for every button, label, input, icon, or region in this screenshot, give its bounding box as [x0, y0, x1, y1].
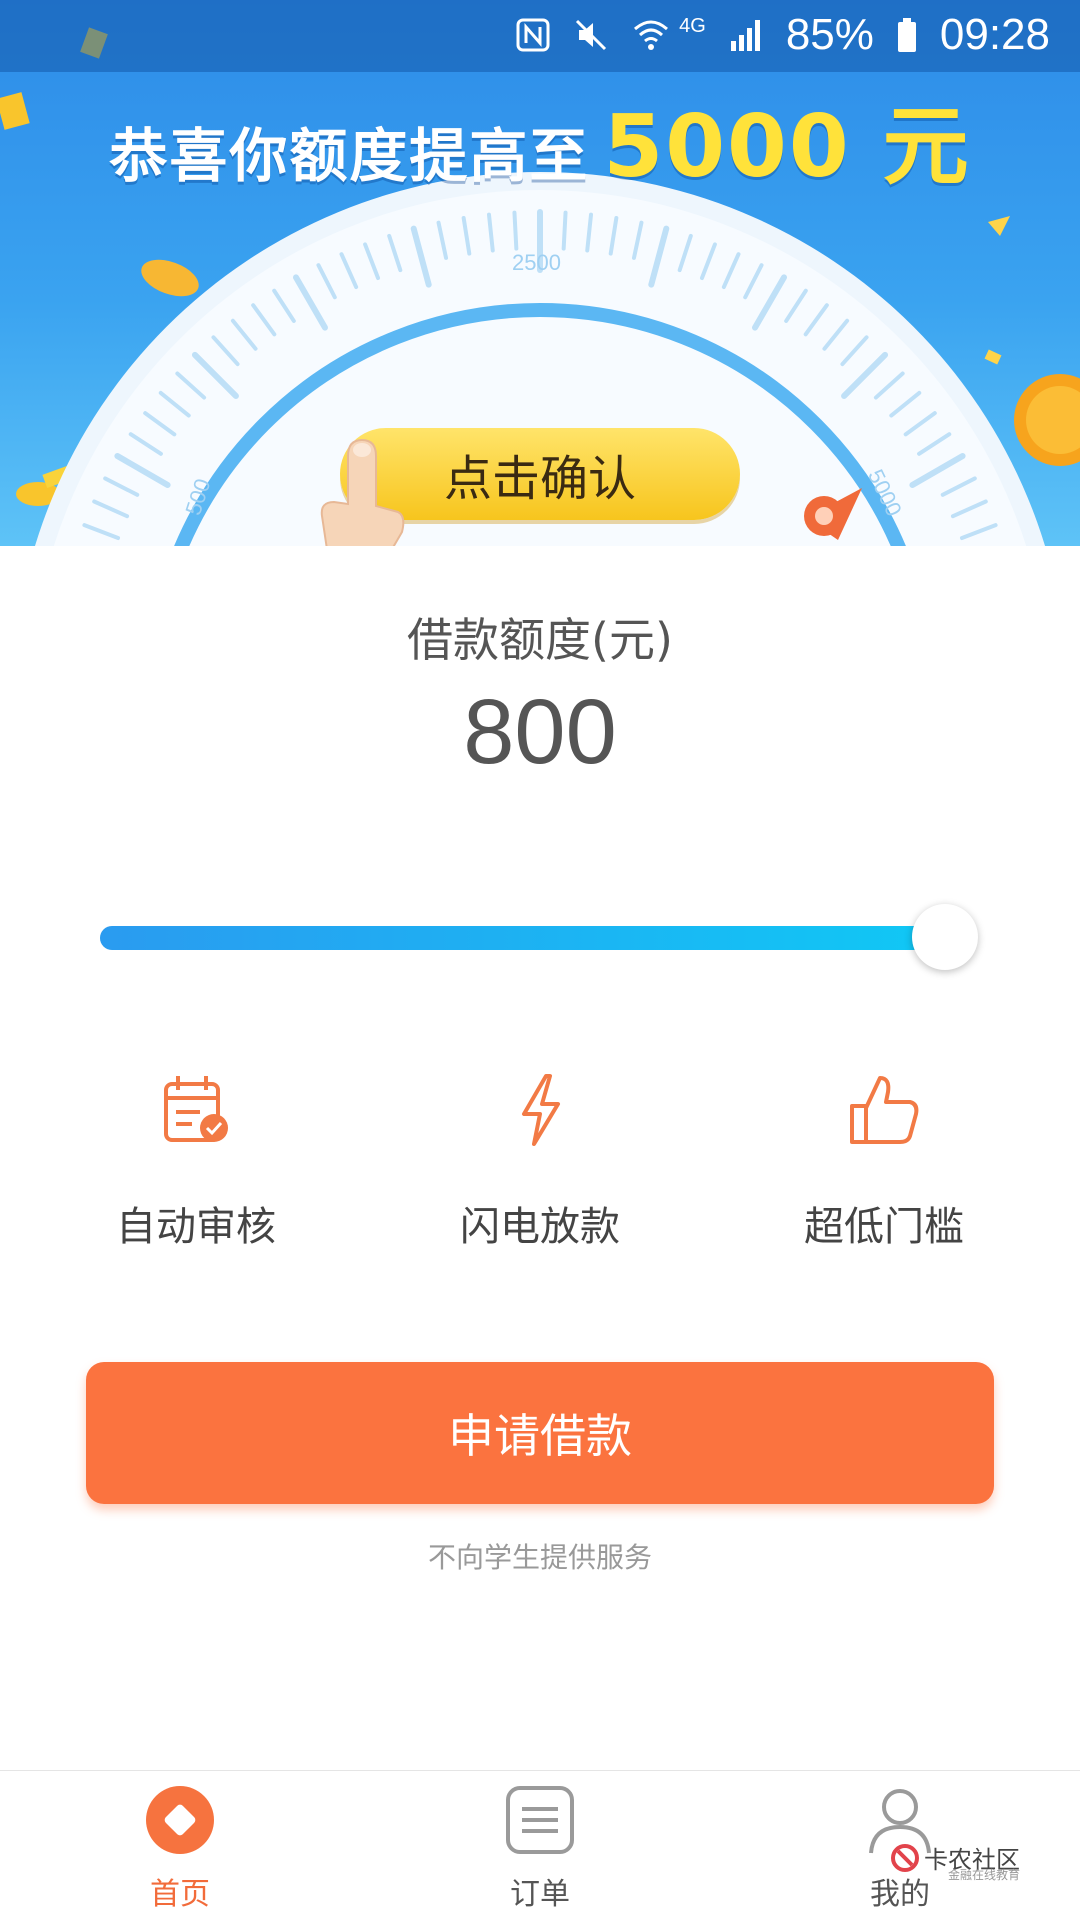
loan-amount-slider[interactable] [100, 904, 978, 970]
apply-loan-button[interactable]: 申请借款 [86, 1362, 994, 1504]
gauge-tick [512, 210, 519, 251]
battery-icon [897, 18, 916, 52]
feature-list: 自动审核 闪电放款 超低门槛 [0, 1070, 1080, 1250]
headline-text: 恭喜你额度提高至 [109, 122, 590, 190]
promo-banner: 2500 500 5000 4G 85% 09:28 恭喜你额度提高至 5000… [0, 0, 1080, 546]
thumbs-up-icon [850, 1076, 919, 1144]
disclaimer-note: 不向学生提供服务 [427, 1541, 652, 1574]
feature-low-threshold: 超低门槛 [734, 1070, 1034, 1252]
feature-auto-review: 自动审核 [46, 1070, 346, 1252]
calendar-check-icon [164, 1076, 228, 1142]
signal-icon [730, 20, 760, 51]
nav-item-orders[interactable]: 订单 [440, 1785, 640, 1913]
wifi-icon [634, 20, 669, 50]
slider-thumb[interactable] [912, 904, 978, 970]
nfc-icon [516, 18, 550, 52]
nav-label-home: 首页 [150, 1877, 210, 1912]
bottom-nav: 首页 订单 我的 卡农社区 金融在线教育 [0, 1770, 1080, 1921]
nav-label-orders: 订单 [510, 1877, 570, 1912]
feature-label: 闪电放款 [460, 1204, 620, 1250]
nav-item-home[interactable]: 首页 [80, 1785, 280, 1913]
gauge-tick [561, 210, 568, 251]
orders-list-icon [506, 1786, 574, 1854]
pointing-hand-icon [320, 438, 405, 546]
slider-fill [100, 926, 945, 950]
network-type: 4G [679, 14, 706, 37]
clock: 09:28 [939, 10, 1050, 59]
home-icon [146, 1786, 214, 1854]
headline-amount: 5000 元 [603, 97, 971, 197]
watermark: 卡农社区 金融在线教育 [890, 1840, 1020, 1882]
loan-amount-value: 800 [463, 681, 617, 783]
battery-percent: 85% [785, 10, 874, 59]
feature-label: 自动审核 [116, 1204, 276, 1250]
watermark-logo-icon [891, 1843, 919, 1872]
feature-label: 超低门槛 [804, 1204, 964, 1250]
feature-fast-payout: 闪电放款 [390, 1070, 690, 1252]
loan-amount-label: 借款额度(元) [407, 613, 673, 667]
status-bar: 4G 85% 09:28 [0, 0, 1080, 72]
lightning-icon [522, 1074, 560, 1146]
gauge-label-2500: 2500 [512, 250, 561, 275]
mute-icon [576, 19, 607, 51]
banner-headline: 恭喜你额度提高至 5000 元 [0, 76, 1080, 201]
watermark-subtitle: 金融在线教育 [947, 1868, 1020, 1882]
